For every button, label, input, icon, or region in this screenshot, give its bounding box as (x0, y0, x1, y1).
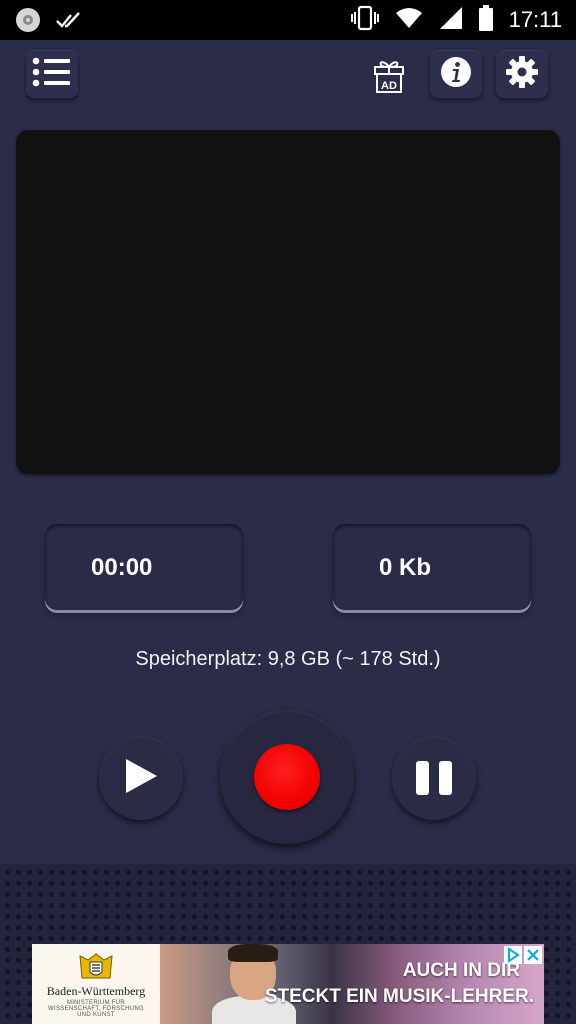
gear-icon (505, 55, 539, 94)
gift-ad-button[interactable]: AD (366, 58, 412, 98)
app-notification-icon (14, 6, 42, 39)
ad-brand: Baden-Württemberg (46, 984, 146, 998)
play-icon (124, 758, 158, 799)
coat-of-arms-logo (79, 953, 113, 979)
close-icon[interactable] (524, 946, 542, 964)
record-button[interactable] (220, 710, 354, 844)
double-check-icon (56, 10, 84, 35)
svg-text:AD: AD (381, 80, 397, 92)
settings-button[interactable] (496, 50, 548, 98)
adchoices-icon[interactable] (504, 946, 522, 964)
list-menu-icon (32, 57, 72, 92)
info-button[interactable] (430, 50, 482, 98)
ad-photo (160, 944, 544, 1024)
ad-headline-1: AUCH IN DIR (402, 960, 520, 981)
toolbar: AD (0, 40, 576, 112)
ad-tagline: MINISTERIUM FÜR WISSENSCHAFT, FORSCHUNG … (48, 1000, 144, 1018)
duration-display: 00:00 (45, 524, 243, 610)
gift-ad-icon: AD (373, 59, 405, 98)
ad-headline-2: STECKT EIN MUSIK-LEHRER. (264, 986, 534, 1007)
record-icon (254, 744, 320, 810)
status-bar: 17:11 (0, 0, 576, 40)
vibrate-icon (350, 5, 379, 36)
pause-button[interactable] (392, 736, 476, 820)
duration-value: 00:00 (91, 554, 153, 581)
battery-icon (478, 4, 493, 36)
cell-signal-icon (439, 6, 463, 35)
file-size-display: 0 Kb (333, 524, 531, 610)
ad-banner[interactable]: Baden-Württemberg MINISTERIUM FÜR WISSEN… (32, 944, 544, 1024)
pause-icon (416, 761, 452, 795)
menu-button[interactable] (26, 50, 78, 98)
info-icon (440, 56, 472, 93)
recording-display (16, 130, 560, 474)
storage-info: Speicherplatz: 9,8 GB (~ 178 Std.) (135, 648, 441, 670)
ad-sponsor-panel: Baden-Württemberg MINISTERIUM FÜR WISSEN… (32, 944, 160, 1024)
ad-person-hair (228, 944, 278, 962)
play-button[interactable] (99, 736, 183, 820)
file-size-value: 0 Kb (379, 554, 432, 581)
wifi-icon (395, 7, 423, 34)
clock: 17:11 (508, 7, 562, 32)
